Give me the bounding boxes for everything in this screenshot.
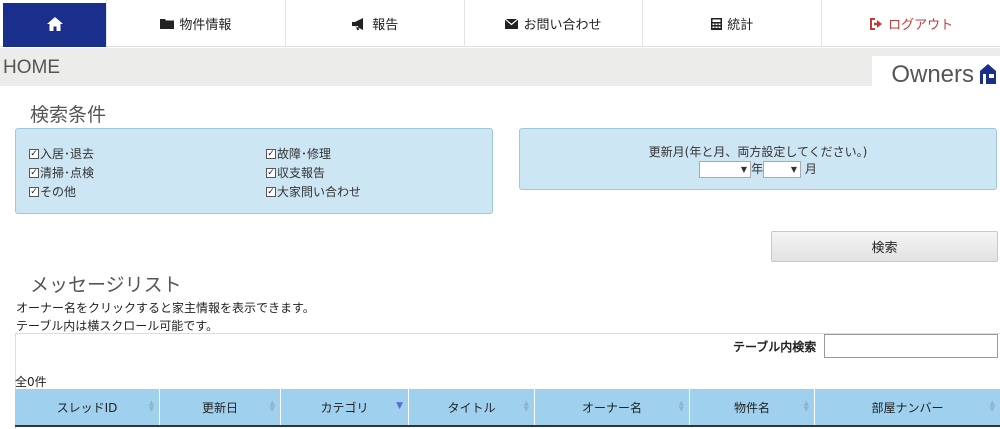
table-header-underline xyxy=(15,425,1000,429)
checkbox-checked-icon: ✓ xyxy=(266,148,276,159)
checkbox-breakdown-repair[interactable]: ✓ 故障･修理 xyxy=(266,145,331,162)
megaphone-icon xyxy=(351,17,367,30)
table-header: スレッドID ▲ ▼ 更新日 ▲ ▼ カテゴリ ▼ タイトル ▲ ▼ オーナー名 ▲ ▼ 物件名 ▲… xyxy=(15,389,1000,425)
owner-click-note: オーナー名をクリックすると家主情報を表示できます。 xyxy=(16,301,315,315)
message-list-heading: メッセージリスト xyxy=(30,274,182,296)
sort-icon: ▲ ▼ xyxy=(678,399,684,413)
brand-text: Owners xyxy=(891,61,974,88)
column-label: タイトル xyxy=(447,400,496,415)
page-title: HOME xyxy=(3,57,60,78)
nav-report-label: 報告 xyxy=(372,18,399,33)
date-filter-label: 更新月(年と月、両方設定してください。) xyxy=(648,145,868,159)
column-updated-date[interactable]: 更新日 ▲ ▼ xyxy=(160,389,281,425)
nav-statistics-label: 統計 xyxy=(727,18,754,33)
column-label: 部屋ナンバー xyxy=(871,400,944,415)
checkbox-checked-icon: ✓ xyxy=(29,148,39,159)
column-property-name[interactable]: 物件名 ▲ ▼ xyxy=(690,389,815,425)
dropdown-arrow-icon: ▼ xyxy=(790,165,798,174)
checkbox-checked-icon: ✓ xyxy=(266,167,276,178)
checkbox-label: 大家問い合わせ xyxy=(277,185,362,199)
sort-icon: ▲ ▼ xyxy=(148,399,154,413)
column-thread-id[interactable]: スレッドID ▲ ▼ xyxy=(15,389,160,425)
nav-contact-label: お問い合わせ xyxy=(523,18,602,33)
column-label: スレッドID xyxy=(56,400,118,415)
column-owner-name[interactable]: オーナー名 ▲ ▼ xyxy=(535,389,690,425)
calculator-icon xyxy=(711,17,723,30)
house-logo-icon xyxy=(980,60,996,91)
logout-icon xyxy=(869,17,883,30)
nav-logout-label: ログアウト xyxy=(888,18,954,33)
month-select[interactable]: ▼ xyxy=(763,161,802,178)
nav-property-info[interactable]: 物件情報 xyxy=(106,0,285,47)
brand-logo: Owners xyxy=(872,56,1000,94)
sort-icon: ▲ ▼ xyxy=(803,399,809,413)
search-button[interactable]: 検索 xyxy=(771,231,998,262)
column-room-number[interactable]: 部屋ナンバー ▲ ▼ xyxy=(815,389,1000,425)
search-heading: 検索条件 xyxy=(30,104,107,126)
checkbox-move-in-out[interactable]: ✓ 入居･退去 xyxy=(29,145,94,162)
scroll-note: テーブル内は横スクロール可能です。 xyxy=(16,319,219,333)
checkbox-checked-icon: ✓ xyxy=(29,167,39,178)
checkbox-label: 収支報告 xyxy=(277,166,326,180)
checkbox-landlord-inquiry[interactable]: ✓ 大家問い合わせ xyxy=(266,183,361,200)
table-search-input[interactable] xyxy=(824,334,998,358)
envelope-icon xyxy=(505,18,519,29)
column-label: オーナー名 xyxy=(581,400,642,415)
nav-property-info-label: 物件情報 xyxy=(179,18,232,33)
column-category[interactable]: カテゴリ ▼ xyxy=(281,389,409,425)
sort-icon: ▲ ▼ xyxy=(523,399,529,413)
checkbox-cleaning-inspection[interactable]: ✓ 清掃･点検 xyxy=(29,164,94,181)
header-band: HOME Owners xyxy=(0,48,1000,94)
column-label: カテゴリ xyxy=(320,400,369,415)
top-nav: 物件情報 報告 お問い合わせ 統計 ログアウト xyxy=(0,0,1000,47)
home-button[interactable] xyxy=(3,3,106,47)
nav-contact[interactable]: お問い合わせ xyxy=(463,0,643,47)
home-icon xyxy=(46,16,63,35)
column-label: 物件名 xyxy=(733,400,770,415)
checkbox-label: 清掃･点検 xyxy=(40,166,95,180)
sort-descending-icon: ▼ xyxy=(396,401,403,411)
table-search-label: テーブル内検索 xyxy=(733,340,817,354)
checkbox-label: その他 xyxy=(40,185,77,199)
year-unit: 年 xyxy=(751,162,764,176)
column-title[interactable]: タイトル ▲ ▼ xyxy=(409,389,535,425)
nav-report[interactable]: 報告 xyxy=(284,0,464,47)
checkbox-other[interactable]: ✓ その他 xyxy=(29,183,76,200)
checkbox-checked-icon: ✓ xyxy=(266,186,276,197)
month-unit: 月 xyxy=(804,162,817,176)
checkbox-label: 入居･退去 xyxy=(40,147,95,161)
nav-logout[interactable]: ログアウト xyxy=(821,0,1000,47)
sort-icon: ▲ ▼ xyxy=(269,399,275,413)
date-selectors: ▼ 年 ▼ 月 xyxy=(519,160,997,178)
column-label: 更新日 xyxy=(201,400,238,415)
nav-statistics[interactable]: 統計 xyxy=(642,0,821,47)
checkbox-checked-icon: ✓ xyxy=(29,186,39,197)
checkbox-income-report[interactable]: ✓ 収支報告 xyxy=(266,164,325,181)
folder-icon xyxy=(160,18,175,29)
sort-icon: ▲ ▼ xyxy=(989,399,995,413)
result-count: 全0件 xyxy=(15,375,47,389)
year-select[interactable]: ▼ xyxy=(699,161,752,178)
checkbox-label: 故障･修理 xyxy=(277,147,332,161)
dropdown-arrow-icon: ▼ xyxy=(740,165,748,174)
